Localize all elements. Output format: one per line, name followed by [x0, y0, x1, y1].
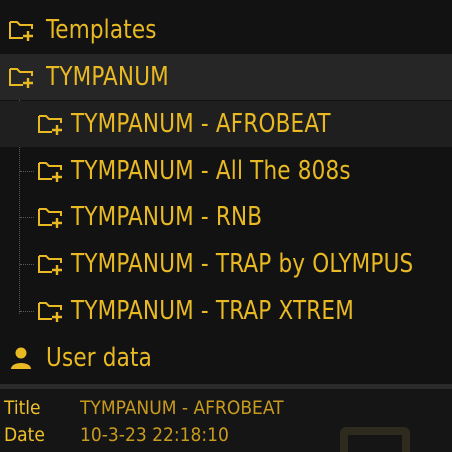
- browser-tree: Templates TYMPANUM TYMPANUM - AFROBEAT T…: [0, 0, 452, 384]
- folder-plus-icon: [37, 111, 67, 137]
- tree-item-user-data[interactable]: User data: [0, 335, 452, 381]
- tree-item-tympanum-trap-olympus[interactable]: TYMPANUM - TRAP by OLYMPUS: [0, 241, 452, 287]
- folder-plus-icon: [37, 158, 67, 184]
- tree-item-tympanum-808s[interactable]: TYMPANUM - All The 808s: [0, 148, 452, 194]
- tree-item-label: TYMPANUM: [46, 62, 169, 92]
- info-panel: Title TYMPANUM - AFROBEAT Date 10-3-23 2…: [0, 389, 452, 452]
- info-title-key: Title: [4, 397, 41, 419]
- info-title-row: Title TYMPANUM - AFROBEAT: [0, 396, 452, 420]
- info-date-key: Date: [4, 424, 45, 446]
- info-date-row: Date 10-3-23 22:18:10: [0, 423, 452, 447]
- tree-item-label: TYMPANUM - RNB: [71, 202, 263, 232]
- info-date-value: 10-3-23 22:18:10: [80, 424, 229, 446]
- tree-item-label: Templates: [46, 15, 157, 45]
- tree-item-templates[interactable]: Templates: [0, 7, 452, 53]
- tree-item-label: TYMPANUM - AFROBEAT: [71, 109, 331, 139]
- user-icon: [8, 345, 38, 371]
- info-title-value: TYMPANUM - AFROBEAT: [80, 397, 284, 419]
- folder-plus-icon: [37, 298, 67, 324]
- tree-item-label: User data: [46, 343, 153, 373]
- folder-plus-icon: [37, 251, 67, 277]
- tree-item-label: TYMPANUM - TRAP by OLYMPUS: [71, 249, 414, 279]
- tree-item-tympanum-afrobeat[interactable]: TYMPANUM - AFROBEAT: [0, 101, 452, 147]
- folder-plus-icon: [8, 17, 38, 43]
- tree-item-tympanum-rnb[interactable]: TYMPANUM - RNB: [0, 194, 452, 240]
- tree-item-label: TYMPANUM - All The 808s: [71, 156, 351, 186]
- folder-plus-icon: [37, 204, 67, 230]
- folder-plus-icon: [8, 64, 38, 90]
- tree-item-label: TYMPANUM - TRAP XTREM: [71, 296, 354, 326]
- tree-item-tympanum-trap-xtrem[interactable]: TYMPANUM - TRAP XTREM: [0, 288, 452, 334]
- tree-item-tympanum[interactable]: TYMPANUM: [0, 54, 452, 100]
